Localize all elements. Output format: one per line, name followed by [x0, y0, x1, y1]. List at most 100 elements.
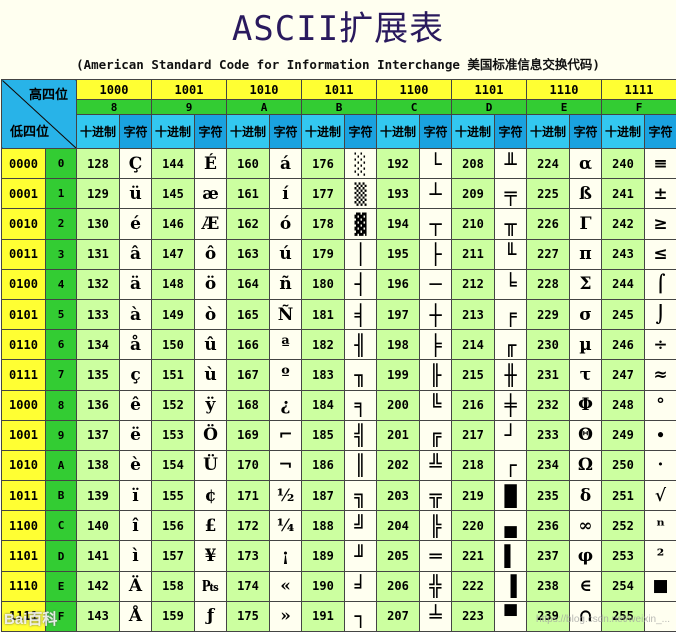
char-cell: °	[645, 390, 676, 420]
row-hex-label: 5	[46, 299, 77, 329]
decimal-cell: 194	[377, 209, 420, 239]
decimal-cell: 237	[527, 541, 570, 571]
decimal-cell: 152	[152, 390, 195, 420]
row-binary-label: 1000	[2, 390, 46, 420]
char-cell: Ü	[195, 450, 227, 480]
decimal-cell: 153	[152, 420, 195, 450]
char-cell: ò	[195, 299, 227, 329]
char-cell: í	[270, 179, 302, 209]
char-cell: Ñ	[270, 299, 302, 329]
decimal-cell: 166	[227, 330, 270, 360]
low-nibble-label: 低四位	[10, 121, 49, 140]
decimal-cell: 136	[77, 390, 120, 420]
char-cell: ê	[120, 390, 152, 420]
decimal-cell: 142	[77, 571, 120, 601]
char-cell: ù	[195, 360, 227, 390]
row-binary-label: 0000	[2, 149, 46, 179]
decimal-cell: 139	[77, 481, 120, 511]
decimal-cell: 172	[227, 511, 270, 541]
decimal-column-label: 十进制	[377, 115, 420, 149]
decimal-cell: 174	[227, 571, 270, 601]
decimal-cell: 236	[527, 511, 570, 541]
row-hex-label: D	[46, 541, 77, 571]
decimal-cell: 253	[602, 541, 645, 571]
char-cell: ÷	[645, 330, 676, 360]
char-cell: ╣	[345, 420, 377, 450]
decimal-cell: 209	[452, 179, 495, 209]
char-cell: ä	[120, 269, 152, 299]
decimal-cell: 134	[77, 330, 120, 360]
char-cell: ─	[420, 269, 452, 299]
decimal-cell: 132	[77, 269, 120, 299]
decimal-cell: 168	[227, 390, 270, 420]
row-hex-label: E	[46, 571, 77, 601]
decimal-cell: 217	[452, 420, 495, 450]
decimal-cell: 175	[227, 601, 270, 631]
decimal-cell: 215	[452, 360, 495, 390]
table-row: 01015133à149ò165Ñ181╡197┼213╒229σ245⌡	[2, 299, 676, 329]
char-cell: ï	[120, 481, 152, 511]
decimal-cell: 238	[527, 571, 570, 601]
decimal-cell: 190	[302, 571, 345, 601]
char-cell: ì	[120, 541, 152, 571]
decimal-cell: 206	[377, 571, 420, 601]
char-cell: │	[345, 239, 377, 269]
decimal-cell: 131	[77, 239, 120, 269]
decimal-cell: 222	[452, 571, 495, 601]
column-hex-header: D	[452, 100, 527, 115]
decimal-cell: 164	[227, 269, 270, 299]
decimal-column-label: 十进制	[152, 115, 195, 149]
decimal-cell: 220	[452, 511, 495, 541]
decimal-cell: 178	[302, 209, 345, 239]
char-column-label: 字符	[345, 115, 377, 149]
decimal-cell: 250	[602, 450, 645, 480]
decimal-cell: 232	[527, 390, 570, 420]
decimal-cell: 251	[602, 481, 645, 511]
decimal-cell: 205	[377, 541, 420, 571]
char-column-label: 字符	[495, 115, 527, 149]
char-cell: ╒	[495, 299, 527, 329]
row-binary-label: 1110	[2, 571, 46, 601]
char-cell: ≈	[645, 360, 676, 390]
decimal-cell: 137	[77, 420, 120, 450]
char-cell: ╠	[420, 511, 452, 541]
decimal-cell: 214	[452, 330, 495, 360]
decimal-column-label: 十进制	[302, 115, 345, 149]
decimal-cell: 244	[602, 269, 645, 299]
decimal-cell: 182	[302, 330, 345, 360]
char-cell: ┼	[420, 299, 452, 329]
decimal-column-label: 十进制	[227, 115, 270, 149]
row-hex-label: 4	[46, 269, 77, 299]
decimal-cell: 242	[602, 209, 645, 239]
char-cell: ╤	[495, 179, 527, 209]
decimal-cell: 147	[152, 239, 195, 269]
char-column-label: 字符	[270, 115, 302, 149]
char-cell: ¼	[270, 511, 302, 541]
decimal-cell: 146	[152, 209, 195, 239]
table-row: 10019137ë153Ö169⌐185╣201╔217┘233Θ249∙	[2, 420, 676, 450]
column-binary-header: 1000	[77, 80, 152, 100]
column-binary-header: 1110	[527, 80, 602, 100]
table-row: 00011129ü145æ161í177▒193┴209╤225ß241±	[2, 179, 676, 209]
column-binary-header: 1100	[377, 80, 452, 100]
decimal-cell: 210	[452, 209, 495, 239]
decimal-column-label: 十进制	[602, 115, 645, 149]
row-hex-label: C	[46, 511, 77, 541]
decimal-cell: 200	[377, 390, 420, 420]
char-cell: ╢	[345, 330, 377, 360]
table-row: 00113131â147ô163ú179│195├211╙227π243≤	[2, 239, 676, 269]
char-cell: à	[120, 299, 152, 329]
char-cell: ⌠	[645, 269, 676, 299]
column-binary-header: 1101	[452, 80, 527, 100]
table-row: 1110E142Ä158₧174«190╛206╬222▐238∈254■	[2, 571, 676, 601]
char-cell: ╚	[420, 390, 452, 420]
table-row: 1010A138è154Ü170¬186║202╩218┌234Ω250·	[2, 450, 676, 480]
char-cell: √	[645, 481, 676, 511]
decimal-cell: 177	[302, 179, 345, 209]
column-hex-header: C	[377, 100, 452, 115]
decimal-cell: 199	[377, 360, 420, 390]
decimal-cell: 130	[77, 209, 120, 239]
row-binary-label: 0110	[2, 330, 46, 360]
decimal-cell: 148	[152, 269, 195, 299]
decimal-cell: 213	[452, 299, 495, 329]
